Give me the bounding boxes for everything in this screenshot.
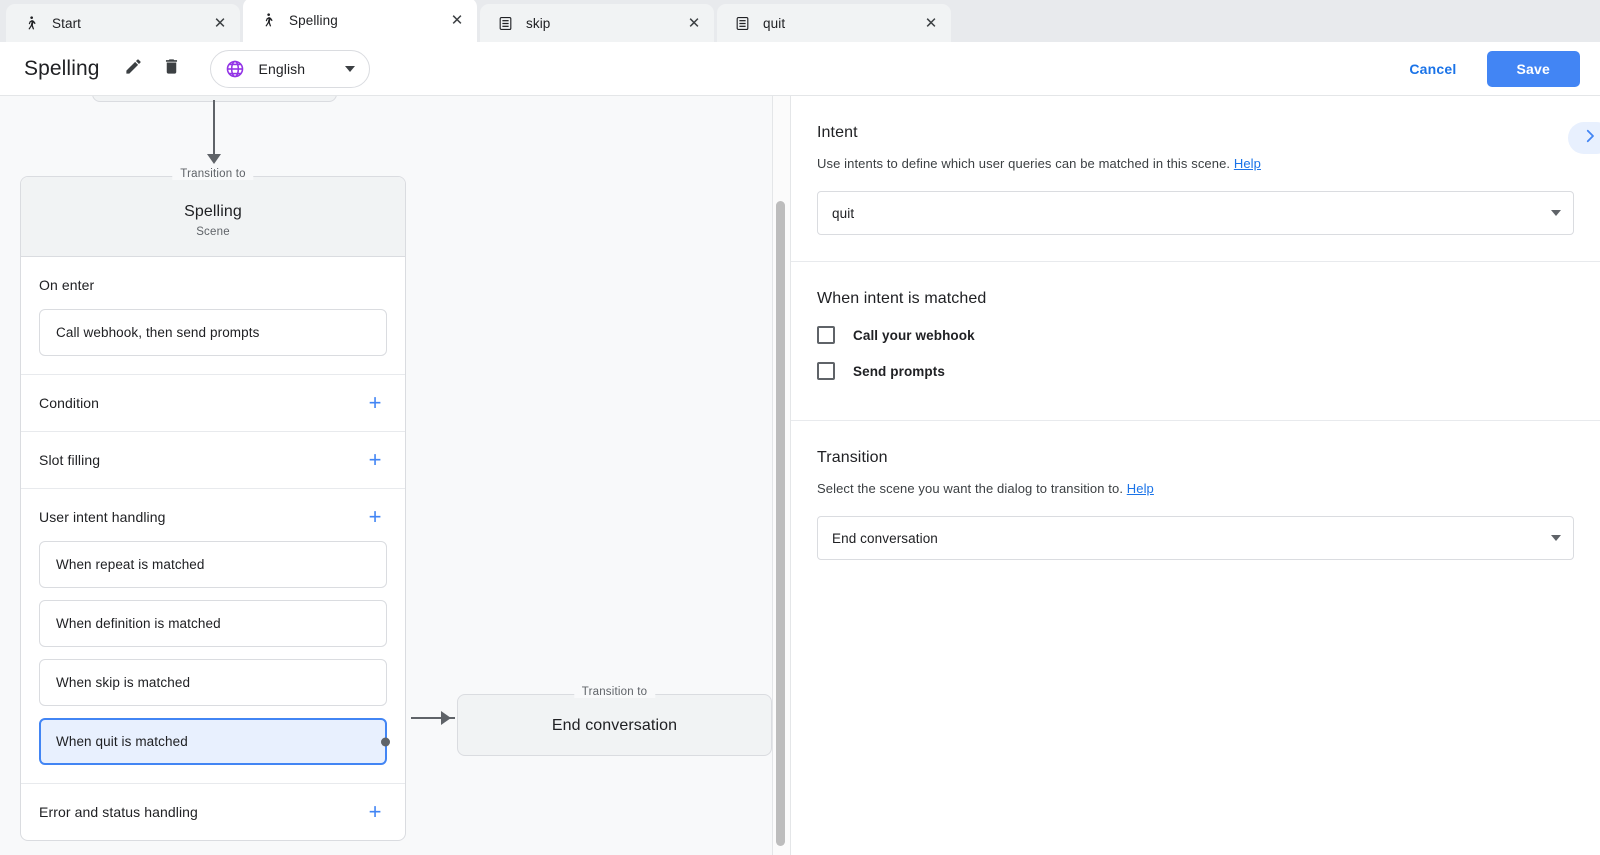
transition-to-legend: Transition to <box>574 686 655 698</box>
intent-handler-repeat[interactable]: When repeat is matched <box>39 541 387 588</box>
panel-section-when-matched: When intent is matched Call your webhook… <box>791 262 1600 421</box>
intent-description-text: Use intents to define which user queries… <box>817 156 1230 171</box>
transition-section-title: Transition <box>817 449 1574 467</box>
transition-select-value: End conversation <box>832 531 1551 546</box>
section-user-intent-handling: User intent handling + When repeat is ma… <box>21 489 405 784</box>
section-spacer <box>817 380 1574 394</box>
tab-quit[interactable]: quit ✕ <box>717 4 951 42</box>
scene-node-spelling[interactable]: Transition to Spelling Scene On enter Ca… <box>20 176 406 841</box>
globe-icon <box>225 59 245 79</box>
tab-start[interactable]: Start ✕ <box>6 4 240 42</box>
checkbox-label: Call your webhook <box>853 328 975 343</box>
tab-close-icon[interactable]: ✕ <box>447 10 467 30</box>
section-header: Error and status handling + <box>39 800 387 824</box>
page-title: Spelling <box>24 57 100 81</box>
edge-incoming-arrow <box>207 154 221 164</box>
tab-label: skip <box>526 16 684 31</box>
intent-handler-quit[interactable]: When quit is matched <box>39 718 387 765</box>
end-conversation-title: End conversation <box>458 717 771 735</box>
tab-label: Start <box>52 16 210 31</box>
section-error-and-status-handling: Error and status handling + <box>21 784 405 840</box>
transition-to-legend: Transition to <box>172 168 253 180</box>
plus-icon[interactable]: + <box>363 803 387 821</box>
tab-skip[interactable]: skip ✕ <box>480 4 714 42</box>
save-button[interactable]: Save <box>1487 51 1581 87</box>
section-header: Slot filling + <box>39 448 387 472</box>
section-title: Slot filling <box>39 452 100 468</box>
language-label: English <box>259 61 329 77</box>
scene-node-header: Transition to Spelling Scene <box>21 177 405 257</box>
toolbar: Spelling English Cancel Sa <box>0 42 1600 96</box>
panel-section-transition: Transition Select the scene you want the… <box>791 421 1600 586</box>
intent-icon <box>496 14 514 32</box>
cancel-button[interactable]: Cancel <box>1393 52 1472 86</box>
section-header: On enter <box>39 273 387 297</box>
tab-label: quit <box>763 16 921 31</box>
chevron-down-icon <box>345 66 355 72</box>
checkbox-box[interactable] <box>817 362 835 380</box>
chevron-right-icon <box>1581 127 1599 150</box>
details-panel: Intent Use intents to define which user … <box>791 96 1600 855</box>
collapse-panel-button[interactable] <box>1568 122 1600 154</box>
canvas-scrollbar-thumb[interactable] <box>776 201 785 846</box>
intent-select-value: quit <box>832 206 1551 221</box>
transition-select[interactable]: End conversation <box>817 516 1574 560</box>
intent-handler-definition[interactable]: When definition is matched <box>39 600 387 647</box>
checkbox-send-prompts[interactable]: Send prompts <box>817 362 1574 380</box>
intent-section-title: Intent <box>817 124 1574 142</box>
edge-outgoing-arrow <box>441 711 451 725</box>
intent-section-description: Use intents to define which user queries… <box>817 156 1574 171</box>
section-title: Condition <box>39 395 99 411</box>
section-title: On enter <box>39 277 94 293</box>
section-slot-filling: Slot filling + <box>21 432 405 489</box>
on-enter-item[interactable]: Call webhook, then send prompts <box>39 309 387 356</box>
main-area: Transition to Spelling Scene On enter Ca… <box>0 96 1600 855</box>
plus-icon[interactable]: + <box>363 508 387 526</box>
tab-close-icon[interactable]: ✕ <box>684 13 704 33</box>
chevron-down-icon <box>1551 210 1561 216</box>
checkbox-label: Send prompts <box>853 364 945 379</box>
checkbox-box[interactable] <box>817 326 835 344</box>
chevron-down-icon <box>1551 535 1561 541</box>
pencil-icon <box>124 57 143 81</box>
edit-scene-button[interactable] <box>116 51 152 87</box>
checkbox-call-your-webhook[interactable]: Call your webhook <box>817 326 1574 344</box>
language-selector[interactable]: English <box>210 50 370 88</box>
scene-icon <box>259 11 277 29</box>
section-condition: Condition + <box>21 375 405 432</box>
when-matched-title: When intent is matched <box>817 290 1574 308</box>
previous-node-partial[interactable] <box>92 96 337 102</box>
scene-icon <box>22 14 40 32</box>
trash-icon <box>162 57 181 81</box>
panel-section-intent: Intent Use intents to define which user … <box>791 96 1600 262</box>
tab-label: Spelling <box>289 13 447 28</box>
tab-bar: Start ✕ Spelling ✕ skip ✕ <box>0 0 1600 42</box>
end-conversation-node[interactable]: Transition to End conversation <box>457 694 772 756</box>
scene-node-subtitle: Scene <box>21 226 405 238</box>
scene-graph-canvas[interactable]: Transition to Spelling Scene On enter Ca… <box>0 96 772 855</box>
section-on-enter: On enter Call webhook, then send prompts <box>21 257 405 375</box>
delete-scene-button[interactable] <box>154 51 190 87</box>
plus-icon[interactable]: + <box>363 394 387 412</box>
section-header: User intent handling + <box>39 505 387 529</box>
intent-handler-label: When quit is matched <box>56 734 188 749</box>
intent-handler-skip[interactable]: When skip is matched <box>39 659 387 706</box>
transition-description-text: Select the scene you want the dialog to … <box>817 481 1123 496</box>
intent-help-link[interactable]: Help <box>1234 156 1261 171</box>
section-title: Error and status handling <box>39 804 198 820</box>
transition-help-link[interactable]: Help <box>1127 481 1154 496</box>
edge-incoming-line <box>213 100 215 156</box>
tab-close-icon[interactable]: ✕ <box>210 13 230 33</box>
section-header: Condition + <box>39 391 387 415</box>
intent-icon <box>733 14 751 32</box>
section-title: User intent handling <box>39 509 166 525</box>
intent-select[interactable]: quit <box>817 191 1574 235</box>
connector-dot <box>381 737 390 746</box>
transition-section-description: Select the scene you want the dialog to … <box>817 481 1574 496</box>
scene-node-title: Spelling <box>21 203 405 221</box>
plus-icon[interactable]: + <box>363 451 387 469</box>
tab-spelling[interactable]: Spelling ✕ <box>243 0 477 42</box>
tab-close-icon[interactable]: ✕ <box>921 13 941 33</box>
